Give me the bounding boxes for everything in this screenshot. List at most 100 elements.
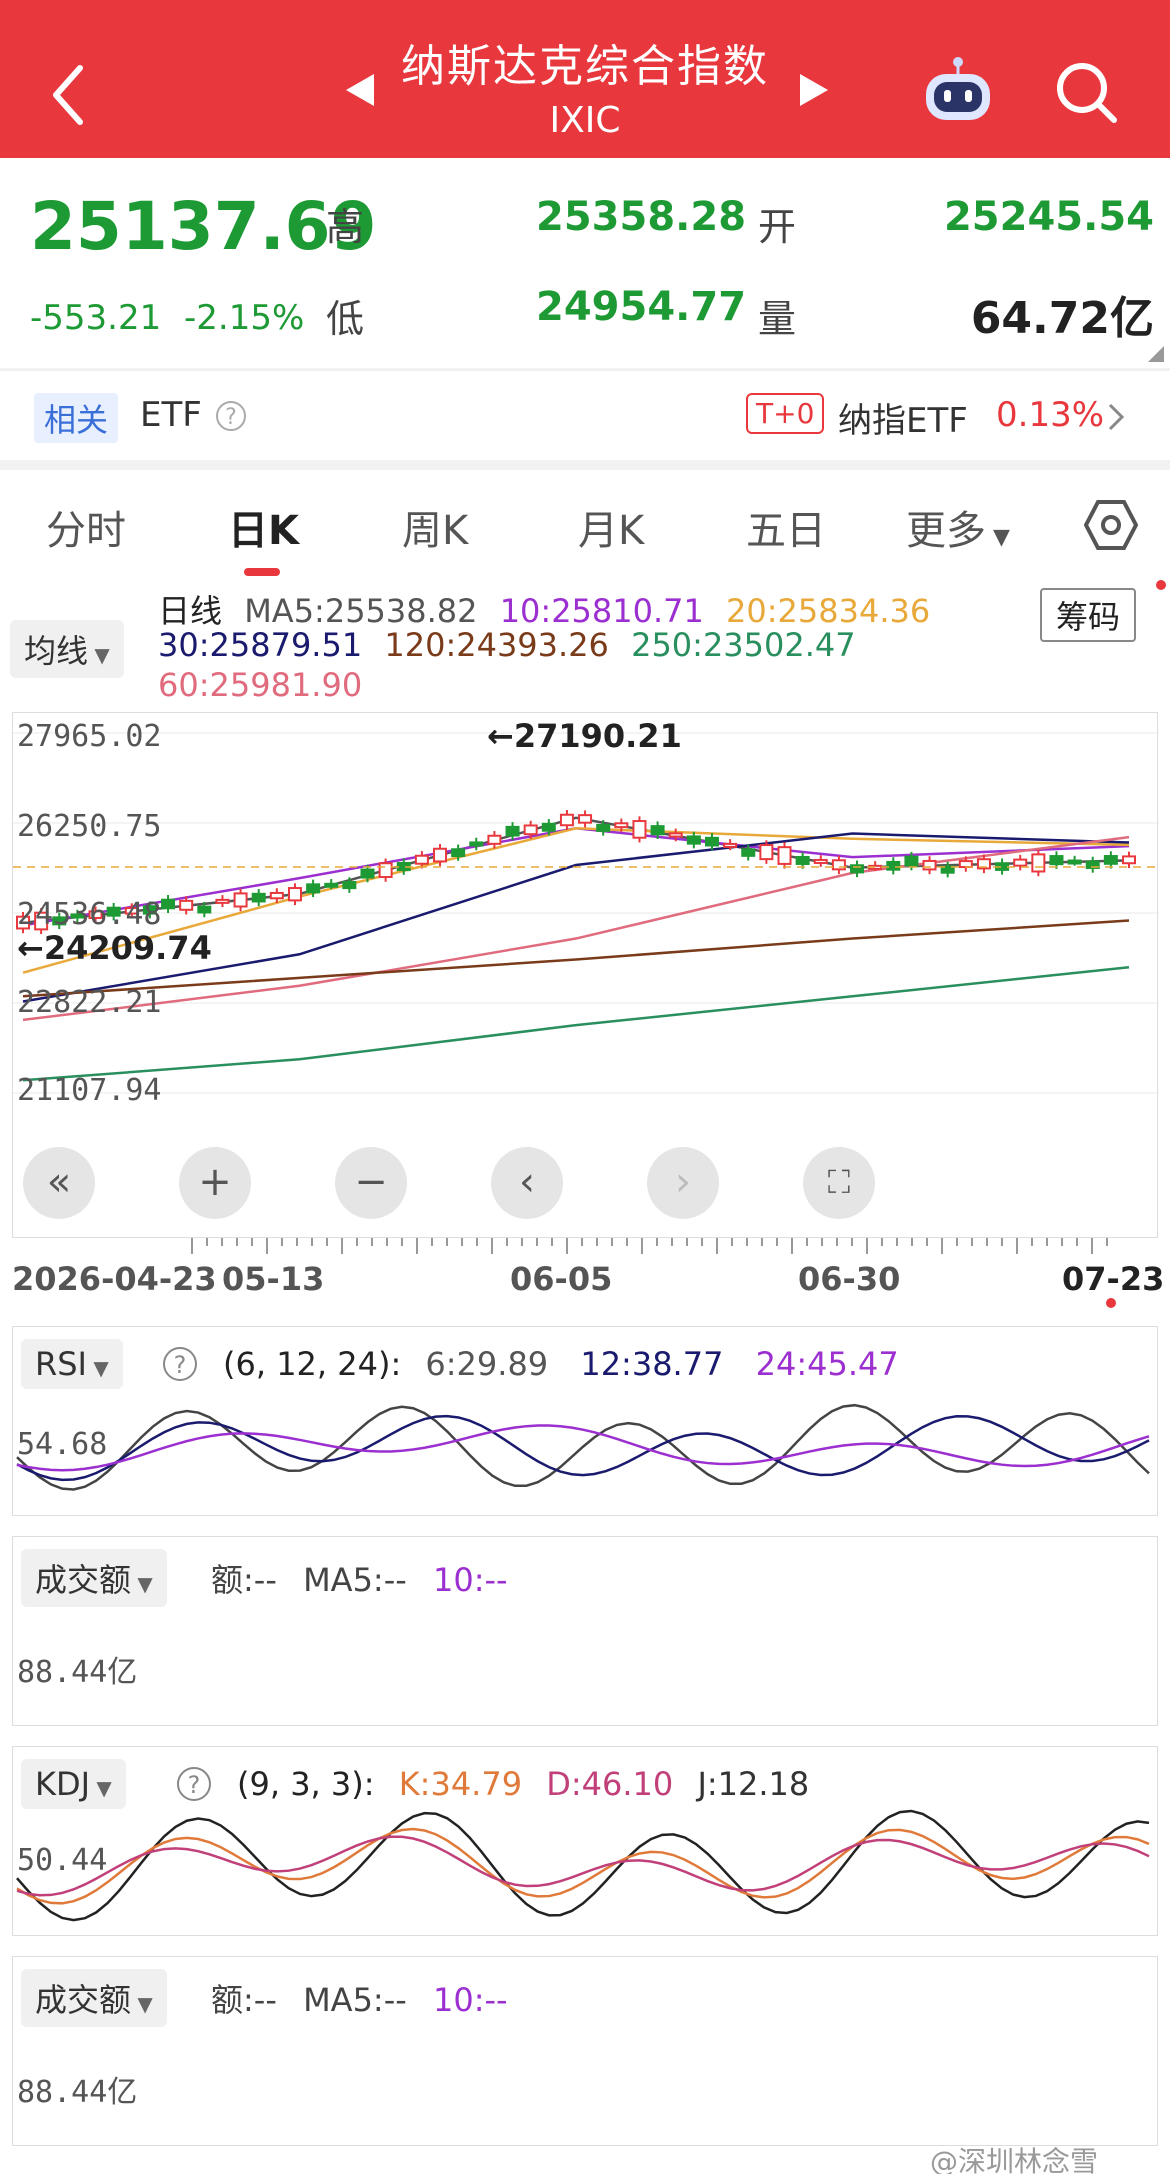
candle-body — [324, 882, 339, 888]
tab-weekly-k[interactable]: 周K — [402, 498, 468, 556]
turnover-y-label: 88.44亿 — [17, 2075, 138, 2110]
robot-assistant-icon[interactable] — [920, 54, 996, 126]
low-value: 24954.77 — [536, 284, 747, 330]
rewind-button[interactable]: « — [23, 1147, 95, 1219]
candle-body — [487, 834, 502, 845]
legend-ma20: 20:25834.36 — [726, 592, 931, 630]
turnover-panel-2[interactable]: 成交额 ▼ 额:-- MA5:-- 10:-- 88.44亿 — [12, 1956, 1158, 2146]
kdj-y-label: 50.44 — [17, 1843, 108, 1878]
candle-body — [161, 898, 176, 910]
candle-body — [360, 868, 375, 879]
turnover-amount: 额:-- — [211, 1981, 277, 2019]
chart-area: 均线 ▼ 日线 MA5:25538.82 10:25810.71 20:2583… — [0, 580, 1170, 2174]
period-low-marker: ←24209.74 — [17, 929, 212, 967]
related-etf-bar[interactable]: 相关 ETF ? T+0 纳指ETF 0.13% — [0, 370, 1170, 460]
ma-line-10 — [22, 827, 1130, 927]
high-label: 高 — [326, 205, 365, 249]
kline-chart[interactable] — [13, 713, 1159, 1239]
turnover-ma5: MA5:-- — [303, 1561, 407, 1599]
y-label-max: 27965.02 — [17, 719, 162, 754]
turnover-legend-2: 额:-- MA5:-- 10:-- — [211, 1975, 508, 2021]
legend-ma120: 120:24393.26 — [384, 626, 609, 664]
scroll-left-button[interactable]: ‹ — [491, 1147, 563, 1219]
rsi-panel[interactable]: RSI ▼ ? (6, 12, 24): 6:29.89 12:38.77 24… — [12, 1326, 1158, 1516]
active-tab-indicator — [244, 568, 280, 576]
candle-body — [342, 881, 357, 890]
turnover-selector-2[interactable]: 成交额 ▼ — [21, 1969, 167, 2027]
turnover-y-label: 88.44亿 — [17, 1655, 138, 1690]
candle-body — [269, 891, 284, 900]
settings-icon[interactable] — [1084, 498, 1138, 552]
turnover-panel-1[interactable]: 成交额 ▼ 额:-- MA5:-- 10:-- 88.44亿 — [12, 1536, 1158, 1726]
tab-intraday[interactable]: 分时 — [46, 498, 126, 556]
turnover-selector-label: 成交额 — [35, 1561, 132, 1599]
candle-body — [596, 823, 611, 832]
ma-legend-row-3: 60:25981.90 — [158, 666, 362, 704]
turnover-amount: 额:-- — [211, 1561, 277, 1599]
kdj-panel[interactable]: KDJ ▼ ? (9, 3, 3): K:34.79 D:46.10 J:12.… — [12, 1746, 1158, 1936]
kdj-j-line — [16, 1809, 1150, 1922]
quote-panel: 25137.69 -553.21 -2.15% 高 低 25358.28 249… — [0, 158, 1170, 368]
turnover-ma10: 10:-- — [432, 1981, 508, 2019]
tab-more[interactable]: 更多 ▼ — [906, 498, 1010, 556]
candle-body — [1122, 855, 1136, 865]
tab-five-day[interactable]: 五日 — [746, 498, 826, 556]
fullscreen-button[interactable]: ⛶ — [803, 1147, 875, 1219]
candle-body — [886, 860, 901, 871]
tab-daily-k[interactable]: 日K — [228, 498, 299, 556]
ma-selector[interactable]: 均线 ▼ — [10, 620, 124, 678]
candle-body — [505, 825, 520, 837]
etf-name: 纳指ETF — [838, 401, 968, 441]
turnover-ma10: 10:-- — [432, 1561, 508, 1599]
candle-body — [414, 854, 429, 865]
candle-body — [632, 820, 647, 839]
candle-body — [741, 848, 756, 857]
candle-body — [1103, 855, 1118, 865]
legend-ma30: 30:25879.51 — [158, 626, 363, 664]
scroll-right-button[interactable]: › — [647, 1147, 719, 1219]
next-index-icon[interactable] — [796, 70, 832, 110]
caret-down-icon: ▼ — [131, 1992, 153, 2016]
candle-body — [922, 859, 937, 871]
candle-body — [668, 832, 683, 838]
zoom-in-button[interactable]: + — [179, 1147, 251, 1219]
volume-label: 量 — [758, 297, 797, 341]
app-header: 纳斯达克综合指数 IXIC — [0, 0, 1170, 158]
legend-ma250: 250:23502.47 — [631, 626, 856, 664]
candle-body — [831, 859, 846, 871]
kline-panel[interactable]: 27965.02 26250.75 24536.48 22822.21 2110… — [12, 712, 1159, 1239]
period-tabs: 分时 日K 周K 月K 五日 更多 ▼ — [0, 470, 1170, 580]
candle-body — [686, 835, 701, 845]
related-badge: 相关 — [34, 393, 119, 443]
chevron-right-icon — [1108, 403, 1125, 431]
caret-down-icon: ▼ — [88, 643, 110, 667]
etf-label: ETF — [140, 395, 202, 435]
rsi-y-label: 54.68 — [17, 1427, 108, 1462]
ma-legend-row-2: 30:25879.51 120:24393.26 250:23502.47 — [158, 626, 856, 664]
candle-body — [650, 825, 665, 836]
zoom-out-button[interactable]: − — [335, 1147, 407, 1219]
open-label: 开 — [758, 205, 797, 249]
x-label-end: 07-23 — [1062, 1260, 1165, 1298]
candle-body — [233, 892, 248, 908]
candle-body — [958, 860, 973, 869]
legend-ma60: 60:25981.90 — [158, 666, 363, 704]
candle-body — [1013, 858, 1028, 867]
search-icon[interactable] — [1054, 60, 1120, 126]
candle-body — [287, 887, 302, 902]
turnover-selector-1[interactable]: 成交额 ▼ — [21, 1549, 167, 1607]
help-icon[interactable]: ? — [214, 399, 248, 433]
candle-body — [197, 905, 212, 914]
candle-body — [1067, 859, 1082, 865]
tab-monthly-k[interactable]: 月K — [578, 498, 644, 556]
open-value: 25245.54 — [943, 194, 1154, 240]
legend-ma5: MA5:25538.82 — [244, 592, 478, 630]
chip-distribution-button[interactable]: 筹码 — [1040, 588, 1137, 642]
tab-more-label: 更多 — [906, 508, 986, 554]
latest-date-dot — [1106, 1298, 1116, 1308]
high-value: 25358.28 — [536, 194, 747, 240]
price-change: -553.21 — [30, 298, 162, 338]
candle-body — [759, 844, 774, 861]
legend-ma10: 10:25810.71 — [499, 592, 704, 630]
y-label-4: 22822.21 — [17, 985, 162, 1020]
